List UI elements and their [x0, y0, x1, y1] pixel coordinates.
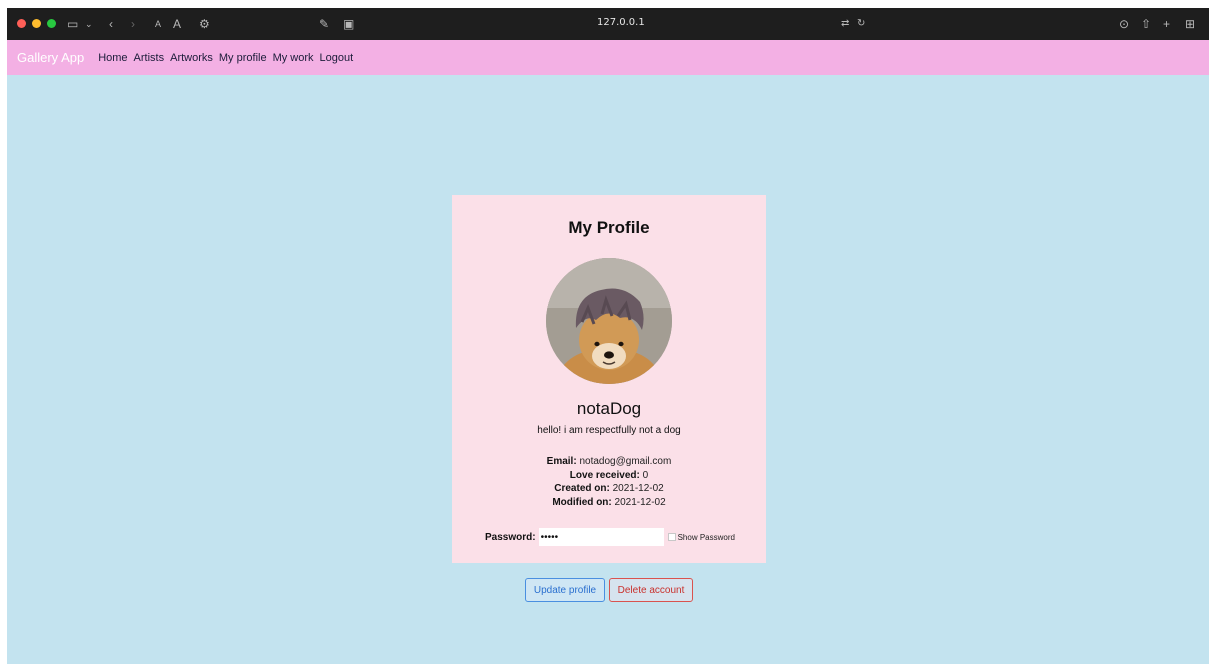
- modified-value: 2021-12-02: [614, 497, 666, 509]
- delete-account-button[interactable]: Delete account: [609, 578, 693, 602]
- username: notaDog: [576, 399, 642, 418]
- bio-text: hello! i am respectfully not a dog: [537, 425, 681, 436]
- dog-avatar-image: [546, 258, 672, 384]
- chevron-down-icon[interactable]: ⌄: [85, 15, 93, 33]
- nav-artworks[interactable]: Artworks: [170, 52, 213, 64]
- main-content: My Profile notaDog hello! i am respectfu…: [7, 75, 1209, 664]
- share-icon[interactable]: ⇧: [1141, 15, 1151, 33]
- extension-icon[interactable]: ✎: [319, 15, 329, 33]
- download-icon[interactable]: ⊙: [1119, 15, 1129, 33]
- nav-artists[interactable]: Artists: [134, 52, 165, 64]
- password-field[interactable]: [538, 528, 664, 546]
- nav-my-profile[interactable]: My profile: [219, 52, 267, 64]
- avatar: [546, 258, 672, 384]
- nav-logout[interactable]: Logout: [320, 52, 354, 64]
- notion-icon[interactable]: ▣: [343, 15, 354, 33]
- page-title: My Profile: [568, 218, 650, 237]
- profile-card: My Profile notaDog hello! i am respectfu…: [452, 195, 766, 563]
- profile-info: Email: notadog@gmail.com Love received: …: [452, 455, 766, 510]
- password-label: Password:: [485, 531, 536, 543]
- window-controls: [17, 19, 56, 28]
- modified-row: Modified on: 2021-12-02: [452, 496, 766, 510]
- love-label: Love received:: [569, 469, 640, 481]
- app-navbar: Gallery App Home Artists Artworks My pro…: [7, 40, 1209, 75]
- address-bar[interactable]: 127.0.0.1: [597, 17, 645, 28]
- created-value: 2021-12-02: [612, 483, 664, 495]
- sidebar-toggle-icon[interactable]: ▭: [67, 15, 78, 33]
- nav-my-work[interactable]: My work: [273, 52, 314, 64]
- maximize-window-button[interactable]: [47, 19, 56, 28]
- close-window-button[interactable]: [17, 19, 26, 28]
- show-password-checkbox[interactable]: [667, 533, 676, 541]
- love-row: Love received: 0: [452, 469, 766, 483]
- created-row: Created on: 2021-12-02: [452, 482, 766, 496]
- modified-label: Modified on:: [552, 497, 612, 509]
- tab-overview-icon[interactable]: ⊞: [1185, 15, 1195, 33]
- browser-toolbar: ▭ ⌄ ‹ › A A ⚙ ✎ ▣ 127.0.0.1 ⇄ ↻ ⊙ ⇧ + ⊞: [7, 8, 1209, 40]
- forward-icon[interactable]: ›: [131, 15, 135, 33]
- text-larger-icon[interactable]: A: [173, 15, 181, 33]
- love-value: 0: [642, 469, 649, 481]
- email-label: Email:: [546, 456, 577, 467]
- settings-icon[interactable]: ⚙: [199, 15, 210, 33]
- password-row: Password: Show Password: [485, 528, 735, 546]
- new-tab-icon[interactable]: +: [1163, 15, 1170, 33]
- translate-icon[interactable]: ⇄: [841, 15, 849, 33]
- reload-icon[interactable]: ↻: [857, 15, 865, 33]
- email-row: Email: notadog@gmail.com: [452, 455, 766, 469]
- brand-link[interactable]: Gallery App: [17, 50, 84, 65]
- minimize-window-button[interactable]: [32, 19, 41, 28]
- show-password-label[interactable]: Show Password: [678, 533, 735, 542]
- back-icon[interactable]: ‹: [109, 15, 113, 33]
- email-value: notadog@gmail.com: [579, 456, 672, 467]
- created-label: Created on:: [554, 483, 610, 495]
- nav-home[interactable]: Home: [98, 52, 127, 64]
- text-smaller-icon[interactable]: A: [155, 15, 161, 33]
- update-profile-button[interactable]: Update profile: [525, 578, 605, 602]
